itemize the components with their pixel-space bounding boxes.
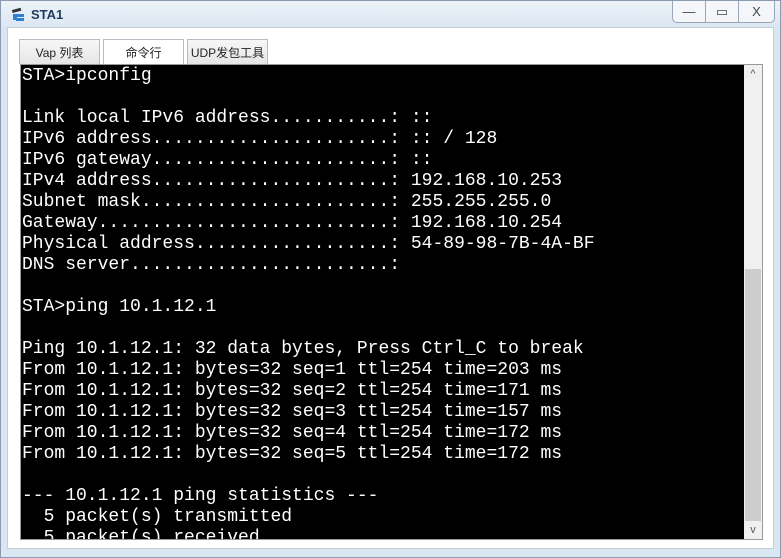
terminal-output[interactable]: STA>ipconfig Link local IPv6 address.....… xyxy=(22,66,744,540)
client-area: Vap 列表 命令行 UDP发包工具 STA>ipconfig Link loca… xyxy=(7,27,774,549)
minimize-button[interactable]: — xyxy=(673,1,706,22)
maximize-button[interactable]: ▭ xyxy=(706,1,739,22)
terminal-line: From 10.1.12.1: bytes=32 seq=4 ttl=254 t… xyxy=(22,423,563,443)
terminal-line: Ping 10.1.12.1: 32 data bytes, Press Ctr… xyxy=(22,339,584,359)
scrollbar-thumb[interactable] xyxy=(745,269,761,521)
terminal-line: From 10.1.12.1: bytes=32 seq=2 ttl=254 t… xyxy=(22,381,563,401)
terminal-line: Gateway...........................: 192.… xyxy=(22,213,563,233)
station-icon xyxy=(11,7,24,21)
terminal-line: 5 packet(s) transmitted xyxy=(22,507,293,527)
terminal-line: DNS server........................: xyxy=(22,255,401,275)
scrollbar[interactable]: ^ v xyxy=(744,65,762,539)
terminal[interactable]: STA>ipconfig Link local IPv6 address.....… xyxy=(20,64,763,540)
tab-bar: Vap 列表 命令行 UDP发包工具 xyxy=(19,39,268,64)
window-title: STA1 xyxy=(31,7,64,22)
terminal-line: Subnet mask.......................: 255.… xyxy=(22,192,552,212)
terminal-line: From 10.1.12.1: bytes=32 seq=5 ttl=254 t… xyxy=(22,444,563,464)
terminal-line: From 10.1.12.1: bytes=32 seq=1 ttl=254 t… xyxy=(22,360,563,380)
terminal-line: Physical address..................: 54-8… xyxy=(22,234,595,254)
terminal-line: --- 10.1.12.1 ping statistics --- xyxy=(22,486,379,506)
terminal-line: From 10.1.12.1: bytes=32 seq=3 ttl=254 t… xyxy=(22,402,563,422)
tab-udp-tool[interactable]: UDP发包工具 xyxy=(187,39,268,64)
terminal-line: 5 packet(s) received xyxy=(22,528,260,540)
terminal-line: IPv6 address......................: :: /… xyxy=(22,129,498,149)
terminal-line: Link local IPv6 address...........: :: xyxy=(22,108,433,128)
title-bar[interactable]: STA1 — ▭ X xyxy=(1,1,780,28)
sta1-window: STA1 — ▭ X Vap 列表 命令行 UDP发包工具 STA>ipconf… xyxy=(0,0,781,558)
tab-vap-list[interactable]: Vap 列表 xyxy=(19,39,100,64)
tab-command-line[interactable]: 命令行 xyxy=(103,39,184,64)
terminal-line: IPv4 address......................: 192.… xyxy=(22,171,563,191)
terminal-line: IPv6 gateway......................: :: xyxy=(22,150,433,170)
terminal-line: STA>ping 10.1.12.1 xyxy=(22,297,217,317)
scroll-down-icon[interactable]: v xyxy=(744,521,762,539)
terminal-line: STA>ipconfig xyxy=(22,66,152,86)
close-button[interactable]: X xyxy=(739,1,774,22)
scroll-up-icon[interactable]: ^ xyxy=(744,65,762,83)
